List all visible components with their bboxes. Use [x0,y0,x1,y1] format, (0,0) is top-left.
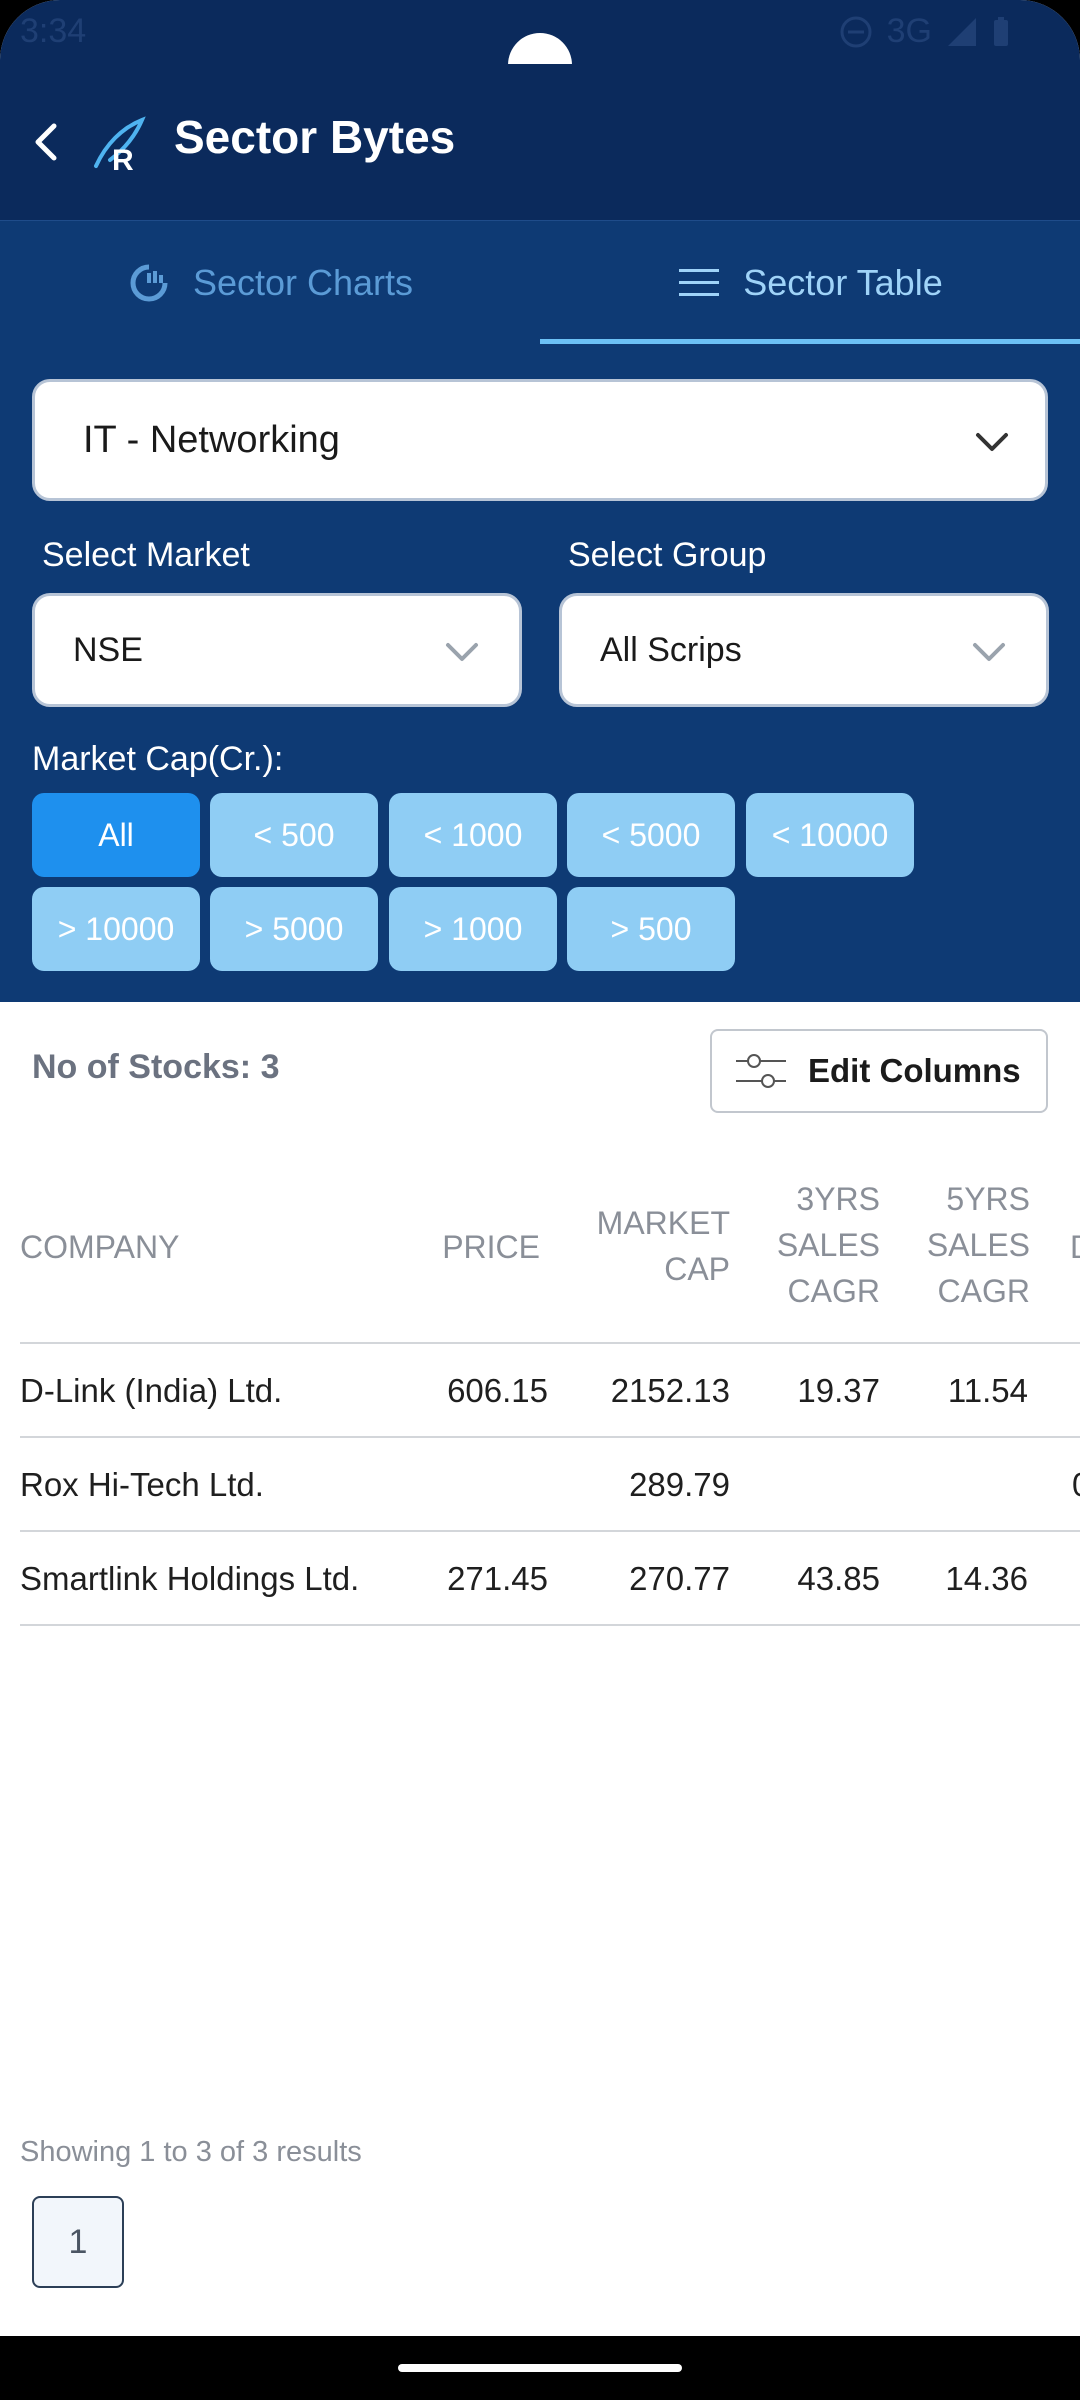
cell-5yrs-sales-cagr: 11.54 [947,1372,1028,1409]
app-header: R Sector Bytes [0,64,1080,220]
table-row[interactable]: Rox Hi-Tech Ltd. 289.79 0 [0,1438,1080,1532]
column-header-truncated[interactable]: D [1070,1224,1080,1270]
column-header-3yrs-sales-cagr[interactable]: 3YRS SALES CAGR [750,1176,880,1314]
market-dropdown[interactable]: NSE [32,593,522,707]
mcap-lt1000-button[interactable]: < 1000 [389,793,557,877]
cell-truncated: 0 [1072,1466,1080,1504]
tab-label: Sector Table [743,262,943,303]
app-screen: 3:34 3G R Sector Bytes Sector Charts Sec… [0,0,1080,2400]
filters-panel: IT - Networking Select Market Select Gro… [0,344,1080,1002]
cell-price: 606.15 [447,1372,548,1409]
cell-5yrs-sales-cagr: 14.36 [945,1560,1028,1597]
battery-icon [994,16,1008,46]
sliders-icon [736,1054,786,1088]
svg-text:R: R [112,144,134,174]
market-value: NSE [73,631,143,669]
edit-columns-label: Edit Columns [808,1052,1021,1089]
tab-sector-table[interactable]: Sector Table [540,221,1080,345]
chart-gauge-icon [130,264,168,302]
mcap-lt5000-button[interactable]: < 5000 [567,793,735,877]
tab-bar: Sector Charts Sector Table [0,220,1080,344]
mcap-gt1000-button[interactable]: > 1000 [389,887,557,971]
column-header-company[interactable]: COMPANY [20,1224,179,1270]
sector-value: IT - Networking [83,419,340,461]
signal-icon [948,17,976,46]
network-type: 3G [886,12,932,50]
status-icons: 3G [839,12,1010,51]
group-label: Select Group [568,536,767,574]
table-row[interactable]: D-Link (India) Ltd. 606.15 2152.13 19.37… [0,1344,1080,1438]
market-label: Select Market [42,536,250,574]
mcap-all-button[interactable]: All [32,793,200,877]
mcap-gt500-button[interactable]: > 500 [567,887,735,971]
mcap-lt500-button[interactable]: < 500 [210,793,378,877]
cell-market-cap: 289.79 [629,1466,730,1503]
mcap-gt5000-button[interactable]: > 5000 [210,887,378,971]
stocks-count: No of Stocks: 3 [32,1048,280,1086]
column-header-market-cap[interactable]: MARKET CAP [560,1200,730,1292]
cell-price: 271.45 [447,1560,548,1597]
tab-sector-charts[interactable]: Sector Charts [0,221,540,345]
market-cap-label: Market Cap(Cr.): [32,740,284,778]
dnd-icon [840,16,872,47]
mcap-gt10000-button[interactable]: > 10000 [32,887,200,971]
chevron-down-icon [973,643,1005,661]
cell-company: Smartlink Holdings Ltd. [20,1560,360,1597]
chevron-down-icon [446,643,478,661]
home-indicator[interactable] [398,2364,682,2372]
pagination-page-button[interactable]: 1 [32,2196,124,2288]
cell-market-cap: 270.77 [629,1560,730,1597]
cell-market-cap: 2152.13 [610,1372,730,1409]
group-dropdown[interactable]: All Scrips [559,593,1049,707]
results-summary: Showing 1 to 3 of 3 results [20,2136,362,2168]
row-divider [20,1624,1080,1626]
sector-dropdown[interactable]: IT - Networking [32,379,1048,501]
tab-label: Sector Charts [192,262,414,303]
list-lines-icon [679,269,720,296]
edit-columns-button[interactable]: Edit Columns [710,1029,1048,1113]
status-bar: 3:34 3G [0,0,1080,97]
column-header-5yrs-sales-cagr[interactable]: 5YRS SALES CAGR [900,1176,1030,1314]
cell-company: D-Link (India) Ltd. [20,1372,283,1409]
mcap-lt10000-button[interactable]: < 10000 [746,793,914,877]
cell-company: Rox Hi-Tech Ltd. [20,1466,264,1503]
chevron-down-icon [976,433,1008,451]
cell-3yrs-sales-cagr: 19.37 [797,1372,880,1409]
page-title: Sector Bytes [174,111,456,163]
column-header-price[interactable]: PRICE [440,1224,540,1270]
back-arrow-icon[interactable] [28,120,64,164]
app-logo-icon: R [94,116,146,174]
cell-3yrs-sales-cagr: 43.85 [797,1560,880,1597]
table-row[interactable]: Smartlink Holdings Ltd. 271.45 270.77 43… [0,1532,1080,1626]
status-time: 3:34 [20,12,87,50]
group-value: All Scrips [600,631,742,669]
